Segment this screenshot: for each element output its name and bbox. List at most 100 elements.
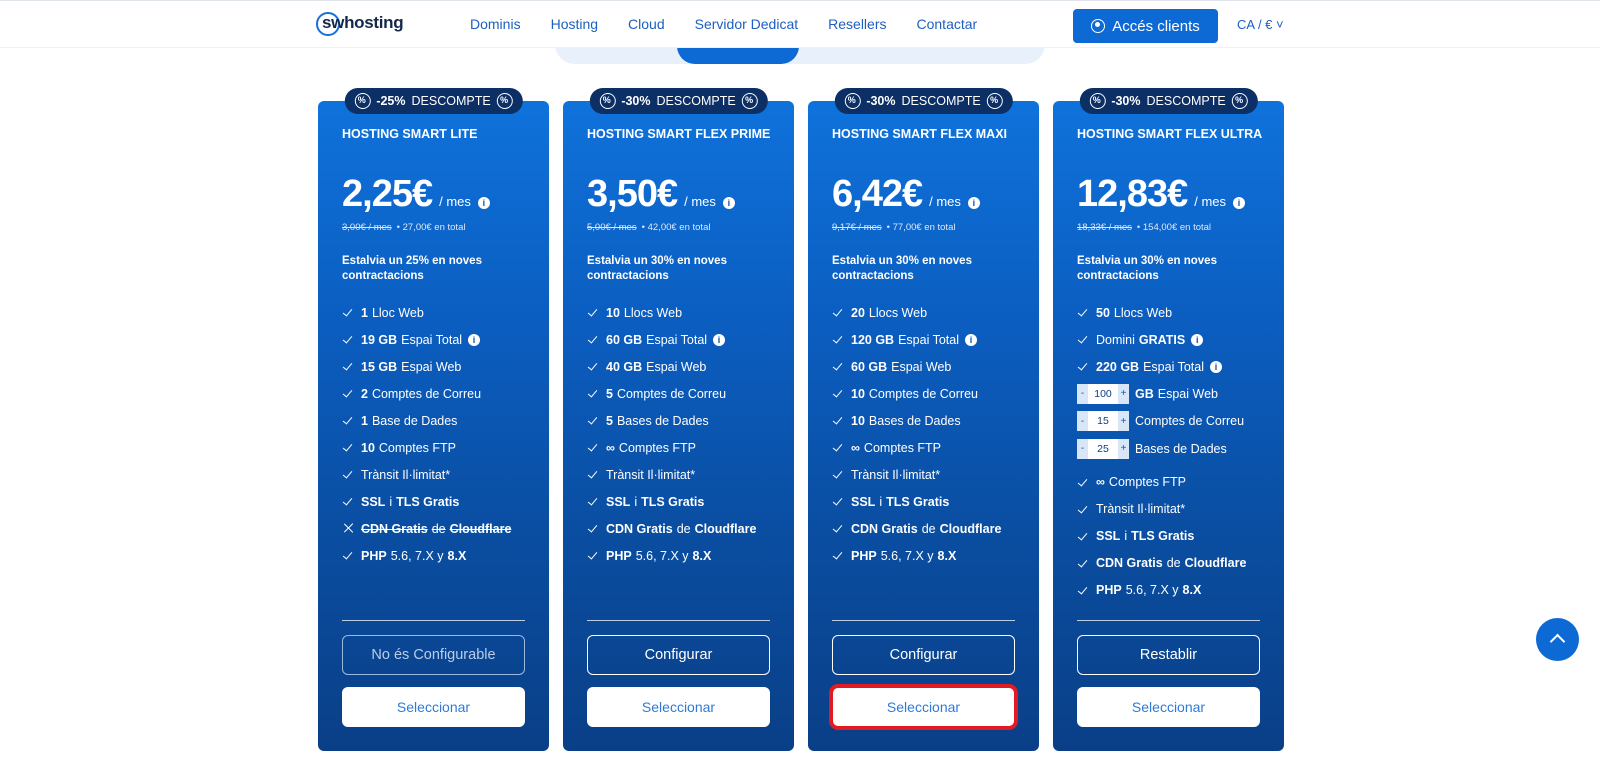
check-icon (587, 522, 600, 535)
feature-item: ∞ Comptes FTP (587, 434, 787, 461)
quantity-stepper[interactable]: - 15 + (1077, 411, 1129, 432)
check-icon (342, 387, 355, 400)
feature-item: 10 Comptes de Correu (832, 380, 1032, 407)
plus-icon[interactable]: + (1118, 438, 1129, 459)
plus-icon[interactable]: + (1118, 383, 1129, 404)
select-button[interactable]: Seleccionar (1077, 687, 1260, 727)
discount-badge: -30% DESCOMPTE (834, 88, 1013, 114)
feature-item: Trànsit Il·limitat* (832, 461, 1032, 488)
feature-item: 20 Llocs Web (832, 299, 1032, 326)
select-button[interactable]: Seleccionar (342, 687, 525, 727)
check-icon (587, 495, 600, 508)
language-currency-selector[interactable]: CA / € ˅ (1237, 17, 1284, 32)
feature-item: - 15 + Comptes de Correu (1077, 408, 1277, 436)
check-icon (587, 468, 600, 481)
original-price-row: 18,33€ / mes • 154,00€ en total (1077, 222, 1212, 233)
percent-icon (844, 93, 861, 109)
check-icon (832, 306, 845, 319)
price-period: / mes (1194, 194, 1227, 209)
feature-item: PHP 5.6, 7.X y 8.X (587, 542, 787, 569)
check-icon (832, 522, 845, 535)
feature-item: 40 GB Espai Web (587, 353, 787, 380)
plan-card: -30% DESCOMPTE HOSTING SMART FLEX ULTRA … (1053, 88, 1284, 751)
scroll-to-top-button[interactable] (1536, 618, 1579, 661)
info-icon[interactable]: i (965, 333, 978, 346)
minus-icon[interactable]: - (1077, 383, 1088, 404)
plan-name: HOSTING SMART LITE (342, 127, 478, 141)
info-icon[interactable]: i (1210, 360, 1223, 373)
minus-icon[interactable]: - (1077, 438, 1088, 459)
info-icon[interactable]: i (713, 333, 726, 346)
plan-card: -30% DESCOMPTE HOSTING SMART FLEX PRIME … (563, 88, 794, 751)
minus-icon[interactable]: - (1077, 411, 1088, 432)
discount-badge: -30% DESCOMPTE (589, 88, 768, 114)
total-price: 154,00€ en total (1142, 222, 1212, 233)
feature-item: Trànsit Il·limitat* (342, 461, 542, 488)
nav-hosting[interactable]: Hosting (551, 16, 598, 32)
savings-text: Estalvia un 30% en noves contractacions (832, 255, 972, 282)
check-icon (832, 468, 845, 481)
quantity-stepper[interactable]: - 25 + (1077, 438, 1129, 459)
percent-icon (986, 93, 1003, 109)
info-icon[interactable]: i (1191, 333, 1204, 346)
nav-resellers[interactable]: Resellers (828, 16, 886, 32)
configure-button[interactable]: Configurar (587, 635, 770, 675)
info-icon[interactable]: i (967, 197, 980, 209)
price-period: / mes (439, 194, 471, 209)
check-icon (342, 360, 355, 373)
select-button[interactable]: Seleccionar (829, 684, 1018, 730)
feature-list: 20 Llocs Web 120 GB Espai Total i 60 GB Espai … (832, 299, 1032, 569)
feature-list: 1 Lloc Web 19 GB Espai Total i 15 GB Espai Web… (342, 299, 542, 569)
feature-item: Domini GRATIS i (1077, 326, 1277, 353)
info-icon[interactable]: i (722, 197, 735, 209)
feature-item: 10 Llocs Web (587, 299, 787, 326)
check-icon (587, 549, 600, 562)
plan-name: HOSTING SMART FLEX ULTRA (1077, 127, 1263, 141)
check-icon (832, 360, 845, 373)
check-icon (1077, 360, 1090, 373)
percent-icon (741, 93, 758, 109)
configure-button[interactable]: Restablir (1077, 635, 1260, 675)
divider (587, 620, 770, 621)
feature-item: 120 GB Espai Total i (832, 326, 1032, 353)
info-icon[interactable]: i (468, 333, 481, 346)
configure-button[interactable]: Configurar (832, 635, 1015, 675)
plan-price: 2,25€ (342, 173, 433, 215)
check-icon (342, 495, 355, 508)
feature-item: 10 Comptes FTP (342, 434, 542, 461)
check-icon (832, 387, 845, 400)
nav-cloud[interactable]: Cloud (628, 16, 665, 32)
info-icon[interactable]: i (1233, 197, 1246, 209)
feature-item: SSL i TLS Gratis (342, 488, 542, 515)
check-icon (342, 414, 355, 427)
quantity-stepper[interactable]: - 100 + (1077, 383, 1129, 404)
check-icon (587, 387, 600, 400)
swhosting-logo[interactable]: swhosting (316, 11, 404, 36)
nav-contactar[interactable]: Contactar (917, 16, 978, 32)
check-icon (342, 333, 355, 346)
original-price: 9,17€ / mes (832, 222, 882, 233)
feature-item: 1 Base de Dades (342, 407, 542, 434)
price-period: / mes (929, 194, 961, 209)
plan-name: HOSTING SMART FLEX PRIME (587, 127, 771, 141)
savings-text: Estalvia un 30% en noves contractacions (1077, 255, 1217, 282)
feature-item: SSL i TLS Gratis (587, 488, 787, 515)
original-price-row: 3,00€ / mes • 27,00€ en total (342, 222, 466, 233)
feature-item: ∞ Comptes FTP (1077, 469, 1277, 496)
plan-card: -30% DESCOMPTE HOSTING SMART FLEX MAXI 6… (808, 88, 1039, 751)
client-access-button[interactable]: Accés clients (1073, 9, 1218, 43)
feature-item: 50 Llocs Web (1077, 299, 1277, 326)
info-icon[interactable]: i (477, 197, 490, 209)
nav-servidor-dedicat[interactable]: Servidor Dedicat (695, 16, 799, 32)
feature-item: 220 GB Espai Total i (1077, 353, 1277, 380)
total-price: 42,00€ en total (647, 222, 711, 233)
divider (832, 620, 1015, 621)
plus-icon[interactable]: + (1118, 411, 1129, 432)
nav-dominis[interactable]: Dominis (470, 16, 521, 32)
savings-text: Estalvia un 30% en noves contractacions (587, 255, 727, 282)
feature-item: PHP 5.6, 7.X y 8.X (832, 542, 1032, 569)
select-button[interactable]: Seleccionar (587, 687, 770, 727)
feature-item: 60 GB Espai Total i (587, 326, 787, 353)
original-price: 5,00€ / mes (587, 222, 637, 233)
feature-list: 10 Llocs Web 60 GB Espai Total i 40 GB Espai W… (587, 299, 787, 569)
